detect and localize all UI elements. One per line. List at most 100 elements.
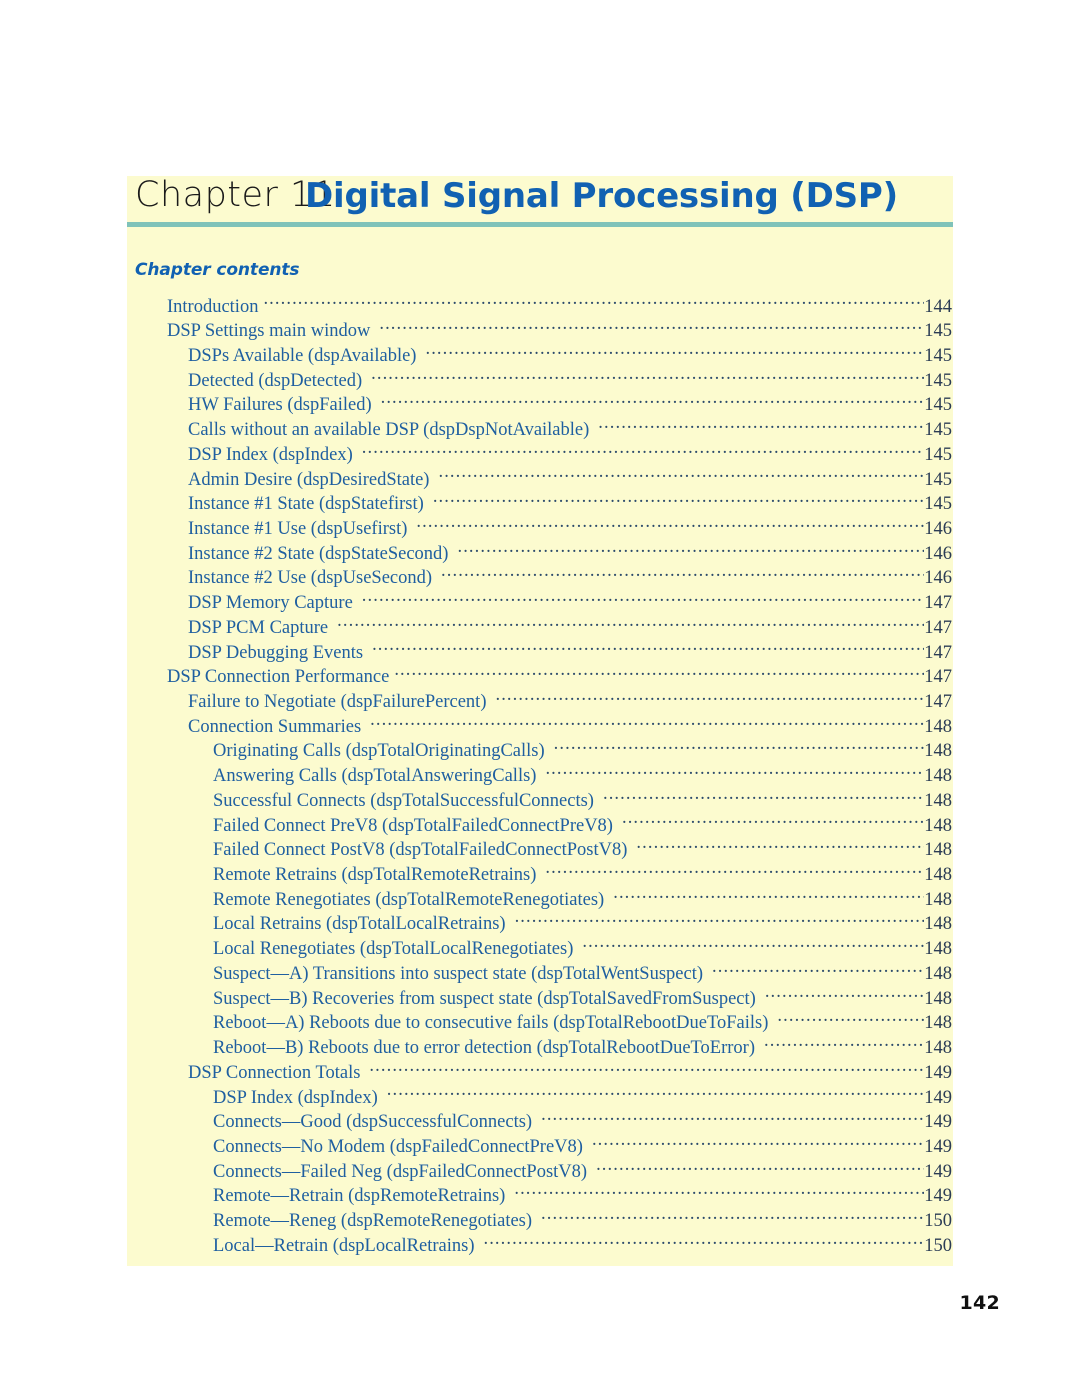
toc-entry[interactable]: DSP Memory Capture 147 bbox=[127, 590, 953, 615]
toc-entry[interactable]: DSP PCM Capture 147 bbox=[127, 614, 953, 639]
page-number: 142 bbox=[959, 1292, 1000, 1314]
toc-dot-leader bbox=[554, 738, 925, 757]
toc-entry-label: Local Renegotiates (dspTotalLocalRenegot… bbox=[213, 939, 574, 960]
toc-entry-page-number: 148 bbox=[924, 865, 952, 886]
toc-entry[interactable]: Connects—Good (dspSuccessfulConnects) 149 bbox=[127, 1109, 953, 1134]
toc-entry-page-number: 145 bbox=[924, 420, 952, 441]
toc-entry-label: Instance #1 State (dspStatefirst) bbox=[188, 494, 424, 515]
toc-entry-page-number: 149 bbox=[924, 1087, 952, 1108]
toc-entry-label: Calls without an available DSP (dspDspNo… bbox=[188, 420, 590, 441]
toc-entry[interactable]: Instance #2 State (dspStateSecond) 146 bbox=[127, 540, 953, 565]
toc-entry[interactable]: Suspect—B) Recoveries from suspect state… bbox=[127, 985, 953, 1010]
toc-entry[interactable]: Remote Retrains (dspTotalRemoteRetrains)… bbox=[127, 862, 953, 887]
toc-entry[interactable]: DSPs Available (dspAvailable) 145 bbox=[127, 342, 953, 367]
toc-entry-page-number: 148 bbox=[924, 988, 952, 1009]
toc-entry[interactable]: Reboot—B) Reboots due to error detection… bbox=[127, 1035, 953, 1060]
toc-entry-page-number: 144 bbox=[924, 296, 952, 317]
toc-entry[interactable]: Admin Desire (dspDesiredState) 145 bbox=[127, 466, 953, 491]
toc-entry[interactable]: Local Renegotiates (dspTotalLocalRenegot… bbox=[127, 936, 953, 961]
toc-entry[interactable]: DSP Index (dspIndex) 149 bbox=[127, 1084, 953, 1109]
toc-entry[interactable]: Introduction 144 bbox=[127, 293, 953, 318]
toc-entry-page-number: 148 bbox=[924, 889, 952, 910]
toc-dot-leader bbox=[381, 392, 925, 411]
toc-entry[interactable]: Local Retrains (dspTotalLocalRetrains) 14… bbox=[127, 911, 953, 936]
toc-entry-label: HW Failures (dspFailed) bbox=[188, 395, 372, 416]
toc-dot-leader bbox=[483, 1232, 924, 1251]
toc-dot-leader bbox=[371, 367, 924, 386]
toc-entry-page-number: 150 bbox=[924, 1211, 952, 1232]
toc-entry[interactable]: Connects—Failed Neg (dspFailedConnectPos… bbox=[127, 1158, 953, 1183]
toc-entry[interactable]: Failure to Negotiate (dspFailurePercent)… bbox=[127, 689, 953, 714]
toc-entry[interactable]: Remote Renegotiates (dspTotalRemoteReneg… bbox=[127, 886, 953, 911]
toc-entry-page-number: 148 bbox=[924, 1038, 952, 1059]
toc-dot-leader bbox=[362, 590, 924, 609]
toc-entry[interactable]: DSP Settings main window 145 bbox=[127, 318, 953, 343]
toc-entry[interactable]: DSP Connection Performance 147 bbox=[127, 664, 953, 689]
toc-dot-leader bbox=[515, 911, 925, 930]
toc-entry[interactable]: Suspect—A) Transitions into suspect stat… bbox=[127, 960, 953, 985]
chapter-title: Digital Signal Processing (DSP) bbox=[305, 176, 898, 216]
toc-entry-page-number: 148 bbox=[924, 963, 952, 984]
toc-dot-leader bbox=[592, 1133, 924, 1152]
toc-entry[interactable]: DSP Connection Totals 149 bbox=[127, 1059, 953, 1084]
toc-entry-label: Answering Calls (dspTotalAnsweringCalls) bbox=[213, 766, 537, 787]
toc-entry[interactable]: Failed Connect PostV8 (dspTotalFailedCon… bbox=[127, 837, 953, 862]
toc-entry[interactable]: Instance #1 State (dspStatefirst) 145 bbox=[127, 491, 953, 516]
toc-entry-page-number: 149 bbox=[924, 1062, 952, 1083]
toc-entry-label: Local Retrains (dspTotalLocalRetrains) bbox=[213, 914, 506, 935]
toc-entry[interactable]: Connects—No Modem (dspFailedConnectPreV8… bbox=[127, 1133, 953, 1158]
toc-entry-label: Remote—Reneg (dspRemoteRenegotiates) bbox=[213, 1211, 533, 1232]
toc-entry[interactable]: Remote—Retrain (dspRemoteRetrains) 149 bbox=[127, 1183, 953, 1208]
chapter-panel: Chapter 11 Digital Signal Processing (DS… bbox=[127, 176, 953, 1266]
toc-entry-page-number: 145 bbox=[924, 395, 952, 416]
toc-entry-page-number: 145 bbox=[924, 494, 952, 515]
toc-entry-page-number: 148 bbox=[924, 766, 952, 787]
toc-entry-label: Reboot—A) Reboots due to consecutive fai… bbox=[213, 1013, 769, 1034]
toc-entry-page-number: 145 bbox=[924, 444, 952, 465]
toc-entry-label: DSP Index (dspIndex) bbox=[188, 444, 353, 465]
toc-dot-leader bbox=[495, 689, 924, 708]
toc-entry-page-number: 149 bbox=[924, 1136, 952, 1157]
toc-dot-leader bbox=[545, 862, 924, 881]
toc-entry[interactable]: HW Failures (dspFailed) 145 bbox=[127, 392, 953, 417]
toc-dot-leader bbox=[514, 1183, 924, 1202]
toc-entry[interactable]: DSP Index (dspIndex) 145 bbox=[127, 441, 953, 466]
toc-entry[interactable]: Calls without an available DSP (dspDspNo… bbox=[127, 417, 953, 442]
toc-dot-leader bbox=[337, 614, 924, 633]
toc-entry[interactable]: Instance #1 Use (dspUsefirst) 146 bbox=[127, 515, 953, 540]
toc-entry-label: DSP Connection Performance bbox=[167, 667, 390, 688]
toc-entry-page-number: 147 bbox=[924, 593, 952, 614]
toc-dot-leader bbox=[545, 763, 924, 782]
toc-entry-label: DSP Settings main window bbox=[167, 321, 371, 342]
toc-entry-page-number: 146 bbox=[924, 543, 952, 564]
toc-dot-leader bbox=[541, 1109, 924, 1128]
toc-entry[interactable]: Originating Calls (dspTotalOriginatingCa… bbox=[127, 738, 953, 763]
toc-dot-leader bbox=[263, 293, 924, 312]
toc-entry[interactable]: Instance #2 Use (dspUseSecond) 146 bbox=[127, 565, 953, 590]
toc-entry-label: Suspect—A) Transitions into suspect stat… bbox=[213, 963, 703, 984]
toc-entry-label: DSP Memory Capture bbox=[188, 593, 353, 614]
toc-entry[interactable]: Detected (dspDetected) 145 bbox=[127, 367, 953, 392]
toc-entry[interactable]: Remote—Reneg (dspRemoteRenegotiates) 150 bbox=[127, 1208, 953, 1233]
toc-entry-label: DSPs Available (dspAvailable) bbox=[188, 345, 417, 366]
toc-entry-label: Connects—No Modem (dspFailedConnectPreV8… bbox=[213, 1136, 583, 1157]
toc-dot-leader bbox=[394, 664, 924, 683]
toc-entry[interactable]: Local—Retrain (dspLocalRetrains) 150 bbox=[127, 1232, 953, 1257]
toc-entry-label: Reboot—B) Reboots due to error detection… bbox=[213, 1038, 756, 1059]
toc-entry[interactable]: DSP Debugging Events 147 bbox=[127, 639, 953, 664]
toc-entry[interactable]: Failed Connect PreV8 (dspTotalFailedConn… bbox=[127, 812, 953, 837]
toc-entry-page-number: 148 bbox=[924, 741, 952, 762]
toc-entry-label: Instance #1 Use (dspUsefirst) bbox=[188, 518, 408, 539]
toc-entry[interactable]: Reboot—A) Reboots due to consecutive fai… bbox=[127, 1010, 953, 1035]
toc-entry-page-number: 146 bbox=[924, 568, 952, 589]
toc-entry-label: Remote—Retrain (dspRemoteRetrains) bbox=[213, 1186, 506, 1207]
toc-entry[interactable]: Connection Summaries 148 bbox=[127, 713, 953, 738]
toc-entry[interactable]: Successful Connects (dspTotalSuccessfulC… bbox=[127, 787, 953, 812]
toc-entry-label: Suspect—B) Recoveries from suspect state… bbox=[213, 988, 756, 1009]
toc-dot-leader bbox=[712, 960, 924, 979]
toc-dot-leader bbox=[441, 565, 924, 584]
toc-entry[interactable]: Answering Calls (dspTotalAnsweringCalls)… bbox=[127, 763, 953, 788]
toc-entry-page-number: 148 bbox=[924, 840, 952, 861]
toc-entry-label: DSP Debugging Events bbox=[188, 642, 364, 663]
toc-dot-leader bbox=[433, 491, 924, 510]
